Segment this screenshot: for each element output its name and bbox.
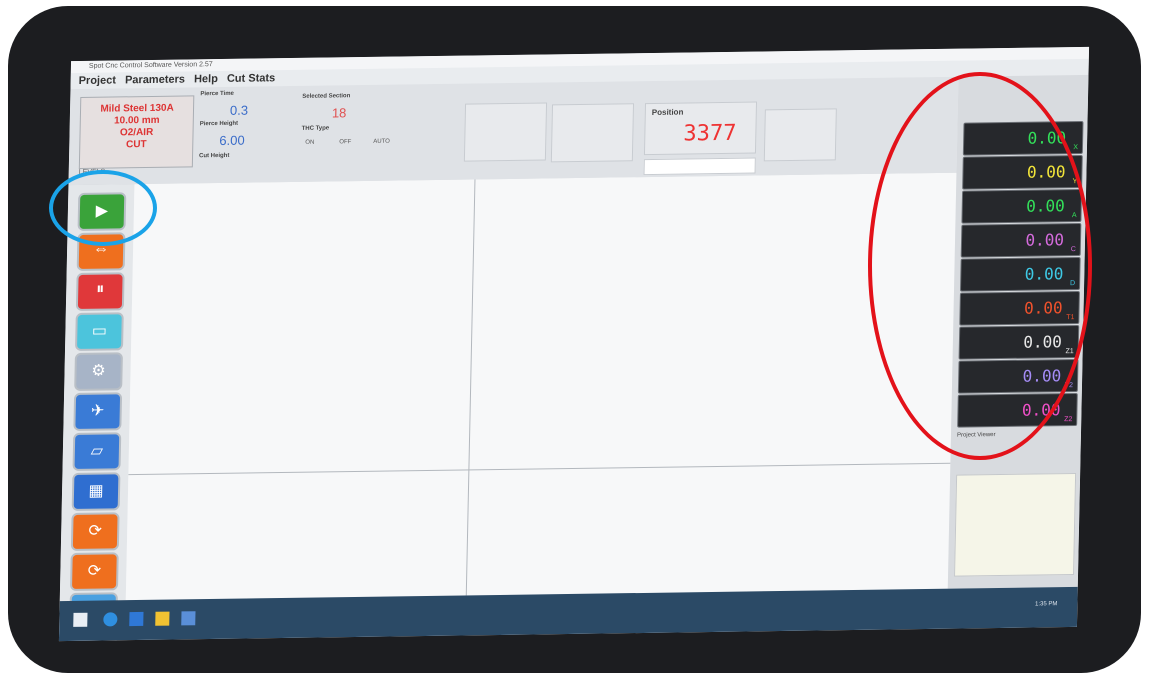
material-line: CUT — [125, 139, 147, 151]
taskbar-clock: 1:35 PM — [1034, 601, 1058, 608]
highlight-circle-red — [868, 72, 1092, 460]
menu-parameters[interactable]: Parameters — [125, 74, 185, 87]
thc-on-radio[interactable]: ON — [305, 140, 314, 146]
pierce-time-label: Pierce Time — [200, 90, 234, 98]
plate-button[interactable]: ▱ — [72, 432, 122, 471]
folder-icon[interactable] — [155, 611, 170, 626]
store-icon[interactable] — [129, 611, 144, 627]
reset-button-2[interactable]: ⟳ — [69, 552, 119, 591]
manual-icon: ▭ — [91, 322, 108, 340]
highlight-circle-blue — [49, 170, 157, 246]
pause-icon: ⏸ — [96, 280, 105, 298]
material-box[interactable]: Mild Steel 130A 10.00 mm O2/AIR CUT — [78, 95, 195, 169]
settings-button[interactable]: ⚙ — [74, 352, 123, 391]
pierce-height-value[interactable]: 6.00 — [219, 133, 245, 148]
motors-panel — [763, 108, 837, 162]
app-icon[interactable] — [181, 611, 196, 626]
arc-voltage-panel — [463, 102, 548, 162]
settings-icon: ⚙ — [91, 362, 106, 380]
manual-button[interactable]: ▭ — [75, 312, 124, 351]
cut-preview-canvas[interactable] — [125, 172, 957, 601]
torch-icon: ✈ — [90, 402, 105, 420]
canvas-axis-horizontal — [128, 462, 951, 476]
thc-type-label: THC Type — [301, 125, 330, 132]
menu-cut-stats[interactable]: Cut Stats — [227, 72, 276, 85]
position-label: Position — [651, 107, 684, 117]
pierce-height-label: Pierce Height — [199, 120, 239, 128]
menu-project[interactable]: Project — [79, 74, 117, 87]
side-toolbar: ▶⇔⏸▭⚙✈▱▦⟳⟳▲⌂ — [59, 184, 135, 642]
torch-button[interactable]: ✈ — [73, 392, 123, 431]
position-panel: Position 3377 — [643, 101, 758, 156]
selected-section-label: Selected Section — [302, 93, 351, 100]
pierce-time-value[interactable]: 0.3 — [230, 103, 248, 118]
reset-2-icon: ⟳ — [87, 562, 102, 580]
mdi-input[interactable] — [643, 157, 756, 176]
cut-height-label: Cut Height — [198, 152, 230, 160]
reset-1-icon: ⟳ — [88, 522, 103, 540]
thc-auto-radio[interactable]: AUTO — [373, 139, 390, 145]
edge-icon[interactable] — [103, 612, 118, 627]
position-value: 3377 — [683, 120, 737, 147]
plate-icon: ▱ — [90, 442, 104, 460]
dro-axis-label: Z2 — [1064, 416, 1073, 424]
parameter-panel: Mild Steel 130A 10.00 mm O2/AIR CUT Pier… — [68, 76, 959, 187]
layout-icon: ▦ — [88, 482, 104, 500]
pause-button[interactable]: ⏸ — [75, 272, 125, 311]
canvas-axis-vertical — [465, 179, 476, 596]
project-preview[interactable] — [954, 472, 1077, 577]
dro-axis-label: X — [1073, 144, 1079, 152]
layout-button[interactable]: ▦ — [71, 472, 121, 511]
selected-section-value: 18 — [331, 105, 347, 121]
monitor-bezel: Spot Cnc Control Software Version 2.57 P… — [8, 6, 1141, 673]
reset-button-1[interactable]: ⟳ — [70, 512, 120, 551]
windows-start-icon[interactable] — [73, 612, 88, 627]
menu-help[interactable]: Help — [194, 73, 218, 85]
thc-off-radio[interactable]: OFF — [339, 139, 351, 145]
feedback-panel — [550, 103, 635, 163]
